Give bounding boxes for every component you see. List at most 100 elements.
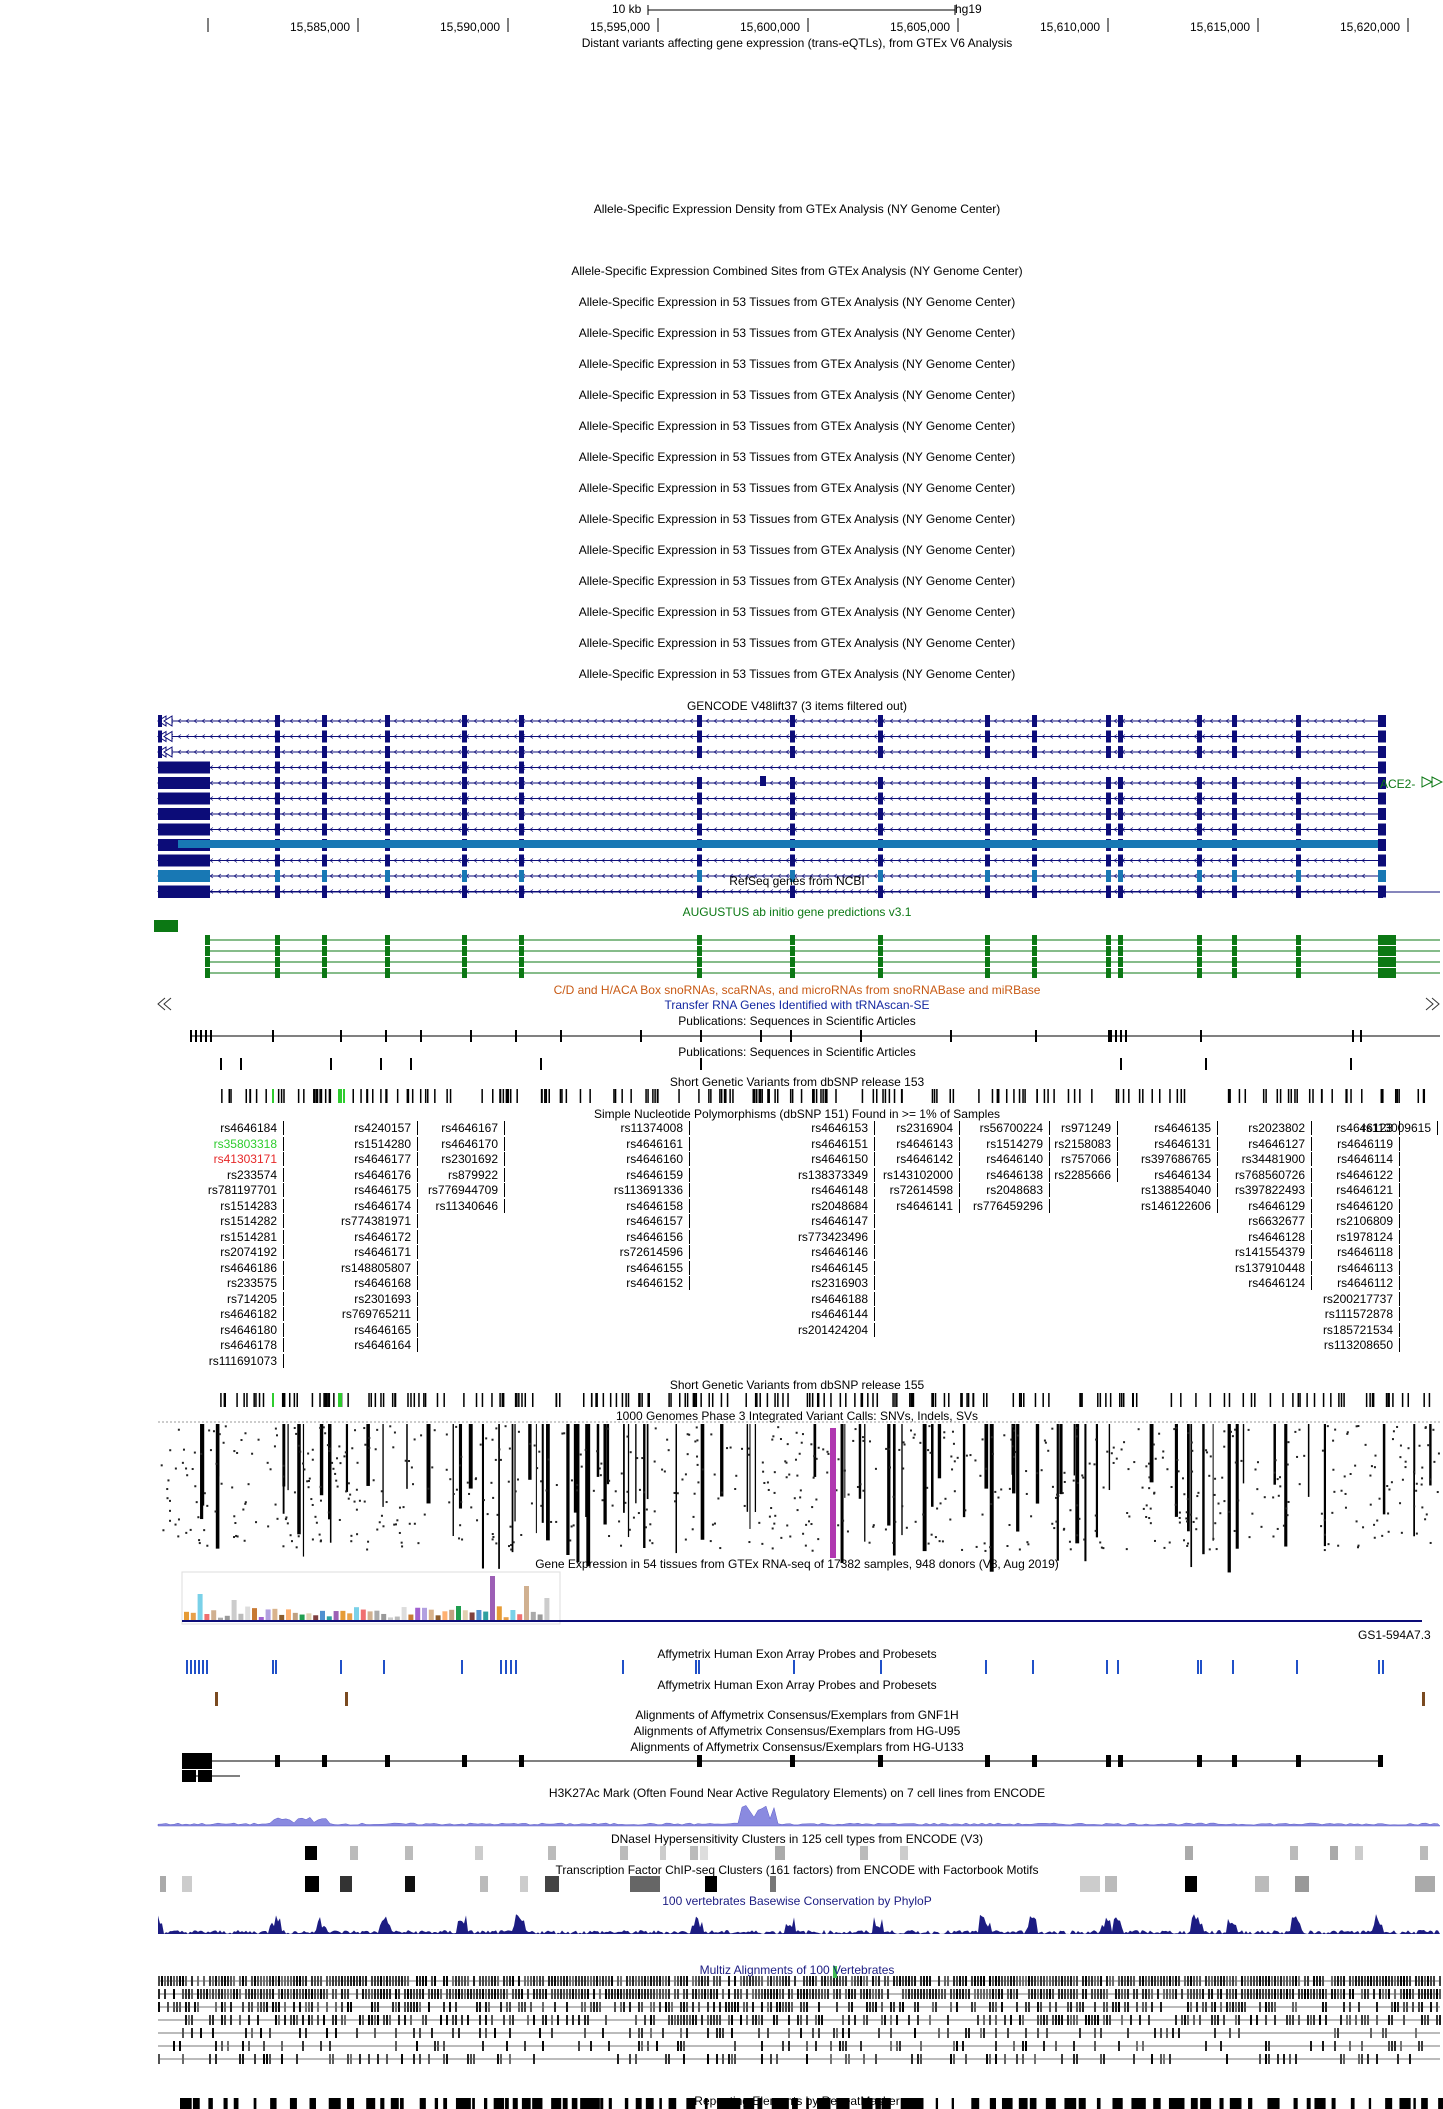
variant-column: [627, 1424, 630, 1538]
variant-dot: [363, 1427, 366, 1430]
gtex-tissue-bar: [415, 1607, 421, 1620]
snp-label[interactable]: rs781197701: [208, 1183, 284, 1197]
variant-tick: [1282, 1393, 1284, 1407]
track-label-ase-tissue[interactable]: Allele-Specific Expression in 53 Tissues…: [579, 326, 1016, 340]
snp-label[interactable]: rs35803318: [214, 1136, 284, 1151]
alignment-block: [560, 1989, 562, 1999]
alignment-block: [863, 1976, 865, 1986]
track-label-ase-tissue[interactable]: Allele-Specific Expression in 53 Tissues…: [579, 419, 1016, 433]
variant-dot: [244, 1432, 247, 1435]
exon: [1197, 746, 1202, 758]
track-label-refseq[interactable]: RefSeq genes from NCBI: [729, 874, 864, 888]
alignment-block: [1007, 2028, 1009, 2038]
snp-label[interactable]: rs4646184: [220, 1121, 284, 1135]
track-label-ase-tissue[interactable]: Allele-Specific Expression in 53 Tissues…: [579, 388, 1016, 402]
variant-dot: [632, 1516, 635, 1519]
variant-dot: [1223, 1430, 1226, 1433]
alignment-block: [404, 2015, 406, 2025]
variant-dot: [951, 1468, 954, 1471]
exon: [1378, 854, 1386, 867]
alignment-block: [1253, 1976, 1255, 1986]
variant-dot: [1177, 1470, 1180, 1473]
alignment-block: [425, 2015, 427, 2025]
alignment-block: [935, 1989, 937, 1999]
variant-tick: [253, 1393, 255, 1407]
track-label-snorna[interactable]: C/D and H/ACA Box snoRNAs, scaRNAs, and …: [554, 983, 1041, 997]
variant-dot: [1356, 1546, 1359, 1549]
snp-label[interactable]: rs1514283: [220, 1198, 284, 1213]
alignment-block: [260, 2028, 262, 2038]
alignment-block: [743, 1976, 745, 1986]
track-label-trans-eqtl[interactable]: Distant variants affecting gene expressi…: [582, 36, 1013, 50]
alignment-block: [1085, 1976, 1087, 1986]
track-label-ase-tissue[interactable]: Allele-Specific Expression in 53 Tissues…: [579, 450, 1016, 464]
affy-probe: [345, 1692, 348, 1706]
alignment-block: [497, 2054, 499, 2064]
exon: [1378, 808, 1386, 820]
variant-dot: [969, 1454, 972, 1457]
snp-label[interactable]: rs233574: [227, 1167, 284, 1182]
variant-tick: [835, 1089, 837, 1103]
alignment-block: [950, 1989, 952, 1999]
alignment-block: [1205, 2002, 1207, 2012]
track-label-pubs1[interactable]: Publications: Sequences in Scientific Ar…: [678, 1014, 915, 1028]
variant-dot: [810, 1523, 813, 1526]
variant-tick: [654, 1089, 656, 1103]
alignment-block: [314, 1989, 316, 1999]
track-label-ase-tissue[interactable]: Allele-Specific Expression in 53 Tissues…: [579, 481, 1016, 495]
track-label-ase-tissue[interactable]: Allele-Specific Expression in 53 Tissues…: [579, 574, 1016, 588]
alignment-block: [800, 2015, 802, 2025]
variant-dot: [628, 1528, 631, 1531]
alignment-block: [164, 1989, 166, 1999]
track-label-snp151[interactable]: Simple Nucleotide Polymorphisms (dbSNP 1…: [594, 1107, 1000, 1121]
alignment-block: [191, 1989, 193, 1999]
alignment-block: [230, 2015, 232, 2025]
variant-tick: [719, 1089, 721, 1103]
alignment-block: [1133, 1989, 1135, 1999]
variant-dot: [964, 1509, 967, 1512]
snp-label[interactable]: rs41303171: [214, 1152, 284, 1166]
alignment-block: [1019, 1976, 1021, 1986]
track-label-ase-tissue[interactable]: Allele-Specific Expression in 53 Tissues…: [579, 636, 1016, 650]
track-label-augustus[interactable]: AUGUSTUS ab initio gene predictions v3.1: [683, 905, 912, 919]
dnase-cluster: [350, 1846, 358, 1860]
alignment-block: [614, 1989, 616, 1999]
variant-tick: [370, 1393, 373, 1407]
alignment-block: [674, 2015, 676, 2025]
alignment-block: [614, 2002, 616, 2012]
track-label-dbsnp153[interactable]: Short Genetic Variants from dbSNP releas…: [670, 1075, 924, 1089]
gencode-gene-label[interactable]: ACE2-: [1380, 777, 1415, 791]
track-label-ase-combined[interactable]: Allele-Specific Expression Combined Site…: [571, 264, 1022, 278]
variant-tick: [1120, 1393, 1123, 1407]
repeat-element: [366, 2098, 376, 2109]
track-label-ase-tissue[interactable]: Allele-Specific Expression in 53 Tissues…: [579, 295, 1016, 309]
track-label-ase-tissue[interactable]: Allele-Specific Expression in 53 Tissues…: [579, 605, 1016, 619]
alignment-block: [983, 1976, 985, 1986]
gtex-tissue-bar: [456, 1606, 461, 1620]
alignment-block: [638, 2002, 640, 2012]
variant-dot: [168, 1499, 171, 1502]
variant-dot: [1145, 1465, 1148, 1468]
track-label-pubs2[interactable]: Publications: Sequences in Scientific Ar…: [678, 1045, 915, 1059]
variant-tick: [815, 1089, 818, 1103]
alignment-block: [719, 2015, 721, 2025]
track-label-ase-tissue[interactable]: Allele-Specific Expression in 53 Tissues…: [579, 512, 1016, 526]
variant-dot: [641, 1457, 644, 1460]
track-label-ase-tissue[interactable]: Allele-Specific Expression in 53 Tissues…: [579, 667, 1016, 681]
alignment-block: [392, 1976, 394, 1986]
track-label-ase-density[interactable]: Allele-Specific Expression Density from …: [594, 202, 1001, 216]
exon: [519, 777, 524, 789]
genome-browser-image[interactable]: 10 kb hg19 15,585,000 15,590,000 15,595,…: [0, 0, 1443, 2109]
affy-probe: [202, 1660, 204, 1674]
variant-tick: [1407, 1393, 1410, 1407]
track-label-ase-tissue[interactable]: Allele-Specific Expression in 53 Tissues…: [579, 543, 1016, 557]
variant-tick: [360, 1089, 362, 1103]
alignment-block: [221, 2002, 223, 2012]
track-label-trna[interactable]: Transfer RNA Genes Identified with tRNAs…: [665, 998, 930, 1012]
pub-mark: [200, 1030, 202, 1042]
variant-dot: [328, 1450, 331, 1453]
track-label-gencode[interactable]: GENCODE V48lift37 (3 items filtered out): [687, 699, 907, 713]
variant-tick: [297, 1089, 300, 1103]
exon: [878, 808, 883, 820]
track-label-ase-tissue[interactable]: Allele-Specific Expression in 53 Tissues…: [579, 357, 1016, 371]
